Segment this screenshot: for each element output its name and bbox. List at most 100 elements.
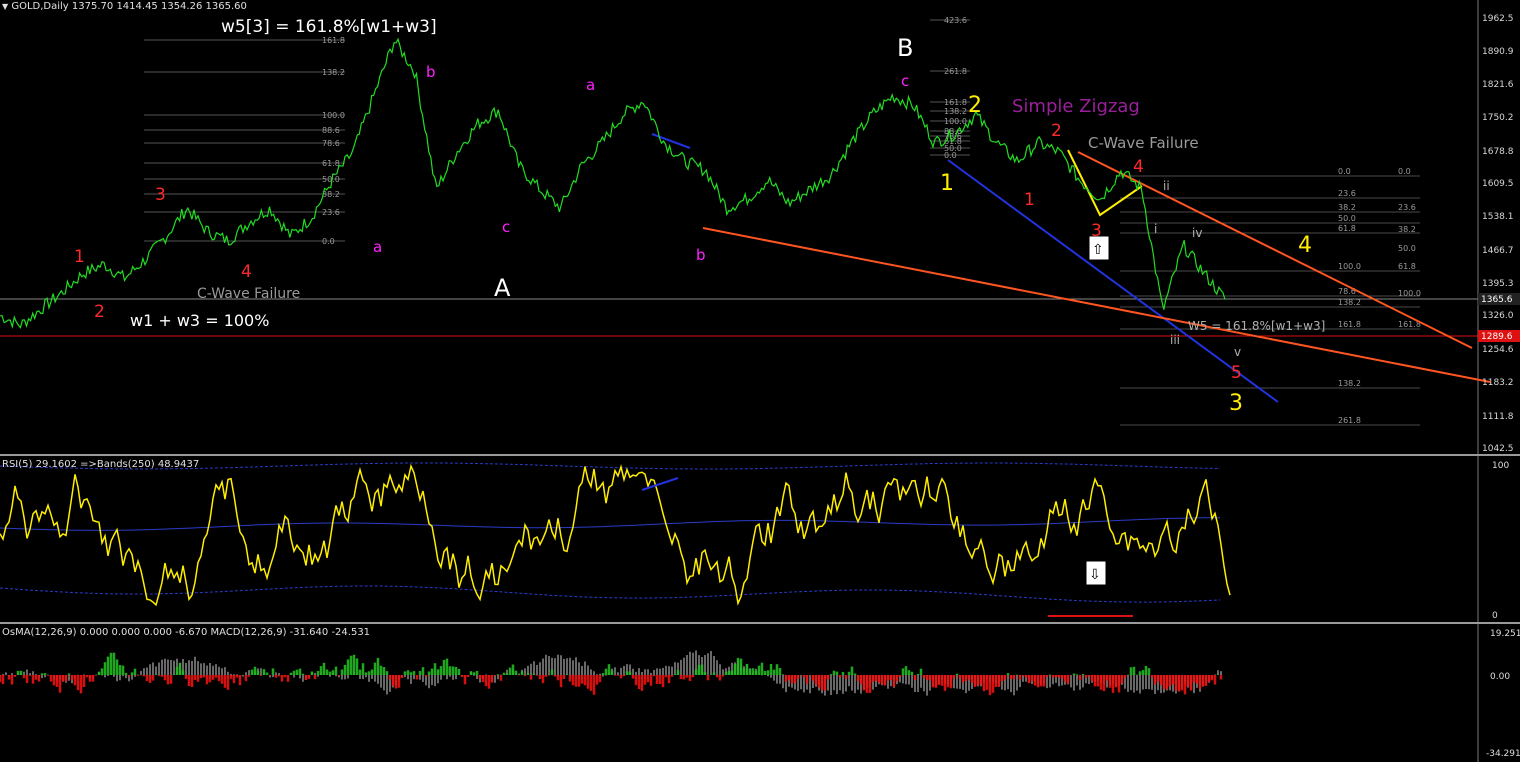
fib-mid-label: 261.8 <box>944 67 967 76</box>
macd-title: OsMA(12,26,9) 0.000 0.000 0.000 -6.670 M… <box>2 627 371 638</box>
wave-label: A <box>494 274 511 302</box>
price-tick-label: 1609.5 <box>1482 178 1514 189</box>
yellow-zigzag <box>1067 149 1143 217</box>
price-tick-label: 1678.8 <box>1482 146 1514 157</box>
fib-mid-label: 161.8 <box>944 98 967 107</box>
price-tick-label: 1466.7 <box>1482 245 1514 256</box>
price-axis: 1962.5 1890.9 1821.6 1750.2 1678.8 1609.5 1538… <box>1476 0 1520 454</box>
wave-label: iv <box>1192 226 1202 240</box>
fib-mid-label: 138.2 <box>944 107 967 116</box>
wave-label: 1 <box>74 247 85 267</box>
fib-right-label: 23.6 <box>1338 189 1356 198</box>
price-tick-label: 1821.6 <box>1482 79 1514 90</box>
wave-label: w1 + w3 = 100% <box>130 311 269 330</box>
fib-right-label-b: 23.6 <box>1398 203 1416 212</box>
fib-left-label: 161.8 <box>322 36 345 45</box>
price-line <box>0 37 1226 330</box>
price-tick-label: 1750.2 <box>1482 113 1514 124</box>
wave-label: c <box>901 72 909 90</box>
wave-label: 4 <box>1298 233 1312 258</box>
fib-left-label: 61.8 <box>322 159 340 168</box>
price-tick-label: 1890.9 <box>1482 47 1514 58</box>
wave-label: 2 <box>1051 121 1062 141</box>
fib-left-label: 78.6 <box>322 139 340 148</box>
wave-label: b <box>696 246 706 264</box>
price-tick-label: 1962.5 <box>1482 14 1514 24</box>
wave-label: Simple Zigzag <box>1012 96 1140 117</box>
fib-right-label-b: 38.2 <box>1398 225 1416 234</box>
price-tick-label: 1326.0 <box>1482 311 1514 322</box>
wave-label: 3 <box>1229 391 1243 416</box>
rsi-line <box>0 463 1231 607</box>
rsi-lower-band <box>0 585 1221 603</box>
wave-label: a <box>586 76 595 94</box>
fib-right-label-b: 61.8 <box>1398 262 1416 271</box>
price-tick-label: 1111.8 <box>1482 411 1514 422</box>
fib-left-label: 0.0 <box>322 237 335 246</box>
rsi-title: RSI(5) 29.1602 =>Bands(250) 48.9437 <box>2 459 200 470</box>
fib-left-label: 23.6 <box>322 208 340 217</box>
wave-label: C-Wave Failure <box>1088 134 1199 152</box>
macd-chart[interactable]: 19.251 0.00 -34.291 <box>0 624 1520 762</box>
rsi-panel: 100 0 ⇩ RSI(5) 29.1602 =>Bands(250) 48.943… <box>0 456 1520 622</box>
wave-label: 5 <box>1231 363 1242 383</box>
fib-right-label: 161.8 <box>1338 320 1361 329</box>
blue-short-line <box>651 133 691 149</box>
wave-label: 4 <box>241 262 252 282</box>
fib-right-label-b: 0.0 <box>1398 167 1411 176</box>
rsi-tick-label: 100 <box>1492 461 1509 471</box>
wave-label: 1 <box>940 171 954 196</box>
fib-left-label: 138.2 <box>322 68 345 77</box>
fib-right-label: 261.8 <box>1338 416 1361 425</box>
macd-tick-label: 0.00 <box>1490 672 1510 682</box>
rsi-chart[interactable]: 100 0 ⇩ <box>0 456 1520 622</box>
fib-right-label-b: 50.0 <box>1398 244 1416 253</box>
price-panel: ▼ GOLD,Daily 1375.70 1414.45 1354.26 136… <box>0 0 1520 454</box>
price-chart[interactable]: 161.8138.2100.088.678.661.850.038.223.60… <box>0 0 1520 454</box>
wave-label: 3 <box>155 185 166 205</box>
up-arrow-icon: ⇧ <box>1092 242 1104 258</box>
fib-right-label: 61.8 <box>1338 224 1356 233</box>
price-tick-label: 1042.5 <box>1482 444 1514 454</box>
fib-right-label: 0.0 <box>1338 167 1351 176</box>
fib-left-label: 88.6 <box>322 126 340 135</box>
price-tick-label: 1538.1 <box>1482 212 1514 223</box>
wave-label: b <box>426 63 436 81</box>
fib-mid-label: 100.0 <box>944 117 967 126</box>
blue-trendline <box>947 159 1279 403</box>
price-tick-label: 1254.6 <box>1482 344 1514 355</box>
wave-label: 1 <box>1024 190 1035 210</box>
wave-label: 2 <box>94 302 105 322</box>
down-arrow-icon: ⇩ <box>1089 567 1101 583</box>
fib-mid-label: 0.0 <box>944 151 957 160</box>
fib-right-label: 100.0 <box>1338 262 1361 271</box>
wave-label: 4 <box>1133 157 1144 177</box>
fib-left-label: 38.2 <box>322 190 340 199</box>
price-tick-label: 1183.2 <box>1482 378 1514 389</box>
wave-label: w5[3] = 161.8%[w1+w3] <box>221 17 437 37</box>
macd-tick-label: -34.291 <box>1486 749 1520 759</box>
wave-label: 3 <box>1091 221 1102 241</box>
fib-mid-label: 423.6 <box>944 16 967 25</box>
wave-label: 2 <box>968 93 982 118</box>
fib-right-label-b: 100.0 <box>1398 289 1421 298</box>
fib-right-label: 38.2 <box>1338 203 1356 212</box>
wave-label: ii <box>1163 179 1170 193</box>
wave-label: B <box>897 34 913 62</box>
fib-right-label: 50.0 <box>1338 214 1356 223</box>
wave-label: a <box>373 238 382 256</box>
fib-left-label: 100.0 <box>322 111 345 120</box>
wave-label: W5 = 161.8%[w1+w3] <box>1188 319 1325 333</box>
rsi-mid-band <box>0 517 1220 531</box>
wave-label: i <box>1154 222 1157 236</box>
rsi-tick-label: 0 <box>1492 611 1498 621</box>
wave-label: iii <box>1170 333 1180 347</box>
wave-label: C-Wave Failure <box>197 286 300 302</box>
macd-panel: 19.251 0.00 -34.291 OsMA(12,26,9) 0.000 0.… <box>0 624 1520 762</box>
macd-tick-label: 19.251 <box>1490 629 1520 639</box>
wave-label: v <box>1234 345 1241 359</box>
fib-right-label: 138.2 <box>1338 379 1361 388</box>
fib-left-label: 50.0 <box>322 175 340 184</box>
price-tick-label: 1395.3 <box>1482 279 1514 290</box>
wave-label: c <box>502 218 510 236</box>
